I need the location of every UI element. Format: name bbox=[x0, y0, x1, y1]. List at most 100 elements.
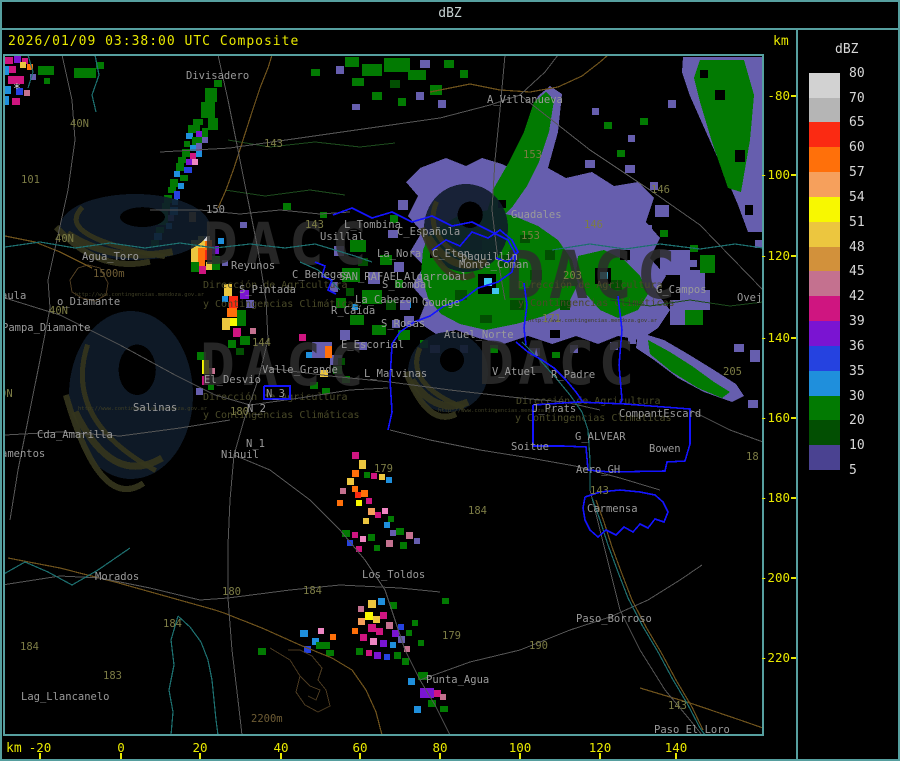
radar-echo-cell bbox=[386, 477, 392, 483]
road-label: 143 bbox=[590, 485, 609, 497]
road-label: 143 bbox=[668, 700, 687, 712]
radar-echo-cell bbox=[604, 122, 612, 129]
road-label: 153 bbox=[521, 230, 540, 242]
right-axis-tick-label: -220 bbox=[759, 650, 790, 665]
place-label: E_Escorial bbox=[341, 339, 404, 351]
legend-swatch bbox=[809, 122, 840, 148]
road-label: 184 bbox=[20, 641, 39, 653]
right-axis-tick: -180 bbox=[760, 490, 798, 505]
radar-echo-cell bbox=[438, 100, 446, 108]
radar-echo-cell bbox=[390, 642, 396, 648]
place-label: G_Campos bbox=[656, 284, 707, 296]
place-label: 150 bbox=[206, 204, 225, 216]
legend-swatch bbox=[809, 345, 840, 371]
radar-echo-cell bbox=[368, 534, 375, 541]
place-label: L_Malvinas bbox=[364, 368, 427, 380]
place-label: El_Desvio bbox=[204, 374, 261, 386]
radar-echo-cell bbox=[170, 179, 178, 187]
radar-echo-cell bbox=[44, 78, 50, 84]
place-label: Reyunos bbox=[231, 260, 275, 272]
place-label: Punta_Agua bbox=[426, 674, 489, 686]
road-label: 18 bbox=[746, 451, 759, 463]
legend-value-label: 10 bbox=[849, 438, 865, 454]
place-label: Carmensa bbox=[587, 503, 638, 515]
place-label: S_Rosas bbox=[381, 318, 425, 330]
radar-echo-cell bbox=[184, 167, 192, 173]
radar-echo-cell bbox=[384, 654, 390, 660]
frame-legend-divider bbox=[796, 28, 798, 761]
right-axis-tick: -80 bbox=[764, 88, 798, 103]
place-label: aula bbox=[3, 290, 26, 302]
timestamp: 2026/01/09 03:38:00 UTC Composite bbox=[8, 34, 300, 49]
road-label: 183 bbox=[103, 670, 122, 682]
legend-swatch bbox=[809, 370, 840, 396]
road-label: 153 bbox=[523, 149, 542, 161]
road-label: 180 bbox=[222, 586, 241, 598]
place-label: G_ALVEAR bbox=[575, 431, 626, 443]
bottom-axis: km -20 0 20 40 60 80 100 120 140 bbox=[0, 736, 900, 761]
radar-echo-cell bbox=[668, 100, 676, 108]
place-label: Paso_Borroso bbox=[576, 613, 652, 625]
radar-echo-cell bbox=[398, 200, 408, 210]
place-label: N_1 bbox=[246, 438, 265, 450]
radar-echo-cell bbox=[715, 90, 725, 100]
radar-echo-cell bbox=[390, 530, 396, 536]
legend-swatch bbox=[809, 221, 840, 247]
radar-echo-cell bbox=[9, 66, 16, 73]
place-label: CompantEscard bbox=[619, 408, 701, 420]
legend-value-label: 48 bbox=[849, 239, 865, 255]
radar-echo-cell bbox=[734, 344, 744, 352]
right-axis-tick-label: -120 bbox=[759, 248, 790, 263]
legend-swatch bbox=[809, 72, 840, 98]
radar-echo-cell bbox=[442, 598, 449, 604]
marker-asterisk: * bbox=[13, 82, 21, 97]
place-label: N_2 bbox=[247, 403, 266, 415]
radar-echo-cell bbox=[196, 131, 202, 137]
radar-echo-cell bbox=[398, 98, 406, 106]
road-label: 146 bbox=[584, 219, 603, 231]
legend-swatch bbox=[809, 395, 840, 421]
radar-echo-cell bbox=[202, 128, 208, 137]
radar-echo-cell bbox=[366, 498, 372, 504]
radar-echo-cell bbox=[208, 118, 218, 130]
contour-label: 1500m bbox=[93, 268, 125, 280]
radar-echo-cell bbox=[398, 624, 404, 630]
radar-map-canvas: DACCDirección de Agriculturay Contingenc… bbox=[3, 54, 764, 736]
radar-echo-cell bbox=[628, 135, 635, 142]
road-label: 184 bbox=[303, 585, 322, 597]
legend-swatch bbox=[809, 172, 840, 197]
radar-echo-cell bbox=[368, 624, 376, 632]
radar-echo-cell bbox=[318, 628, 324, 634]
radar-echo-cell bbox=[406, 630, 412, 636]
right-axis: -80 -100 -120 -140 -160 -180 -200 -220 bbox=[760, 0, 798, 761]
legend-swatch bbox=[809, 420, 840, 446]
road-label: 190 bbox=[529, 640, 548, 652]
place-label: S_bombal bbox=[382, 279, 433, 291]
right-axis-tick-label: -140 bbox=[759, 330, 790, 345]
place-label: Los_Toldos bbox=[362, 569, 425, 581]
radar-echo-cell bbox=[735, 150, 745, 162]
place-label: Nihuil bbox=[221, 449, 259, 461]
radar-echo-cell bbox=[345, 57, 359, 67]
place-label: R_Caída bbox=[331, 305, 375, 317]
radar-echo-cell bbox=[176, 163, 184, 171]
radar-echo-cell bbox=[414, 706, 421, 713]
radar-echo-cell bbox=[352, 486, 358, 492]
radar-echo-cell bbox=[359, 460, 366, 469]
radar-echo-cell bbox=[201, 102, 215, 118]
legend-swatch bbox=[809, 296, 840, 322]
radar-echo-cell bbox=[444, 60, 454, 68]
legend-value-label: 35 bbox=[849, 363, 865, 379]
place-label: A_Villanueva bbox=[487, 94, 563, 106]
radar-echo-cell bbox=[592, 108, 599, 115]
radar-echo-cell bbox=[352, 452, 359, 459]
radar-echo-cell bbox=[625, 165, 635, 173]
place-label: Morados bbox=[95, 571, 139, 583]
radar-echo-cell bbox=[326, 650, 334, 656]
road-label: 179 bbox=[442, 630, 461, 642]
radar-echo-cell bbox=[440, 694, 446, 700]
radar-echo-cell bbox=[316, 642, 330, 649]
place-label: Pampa_Diamante bbox=[3, 322, 91, 334]
radar-echo-cell bbox=[360, 634, 367, 641]
dacc-eye-pupil bbox=[440, 348, 464, 372]
